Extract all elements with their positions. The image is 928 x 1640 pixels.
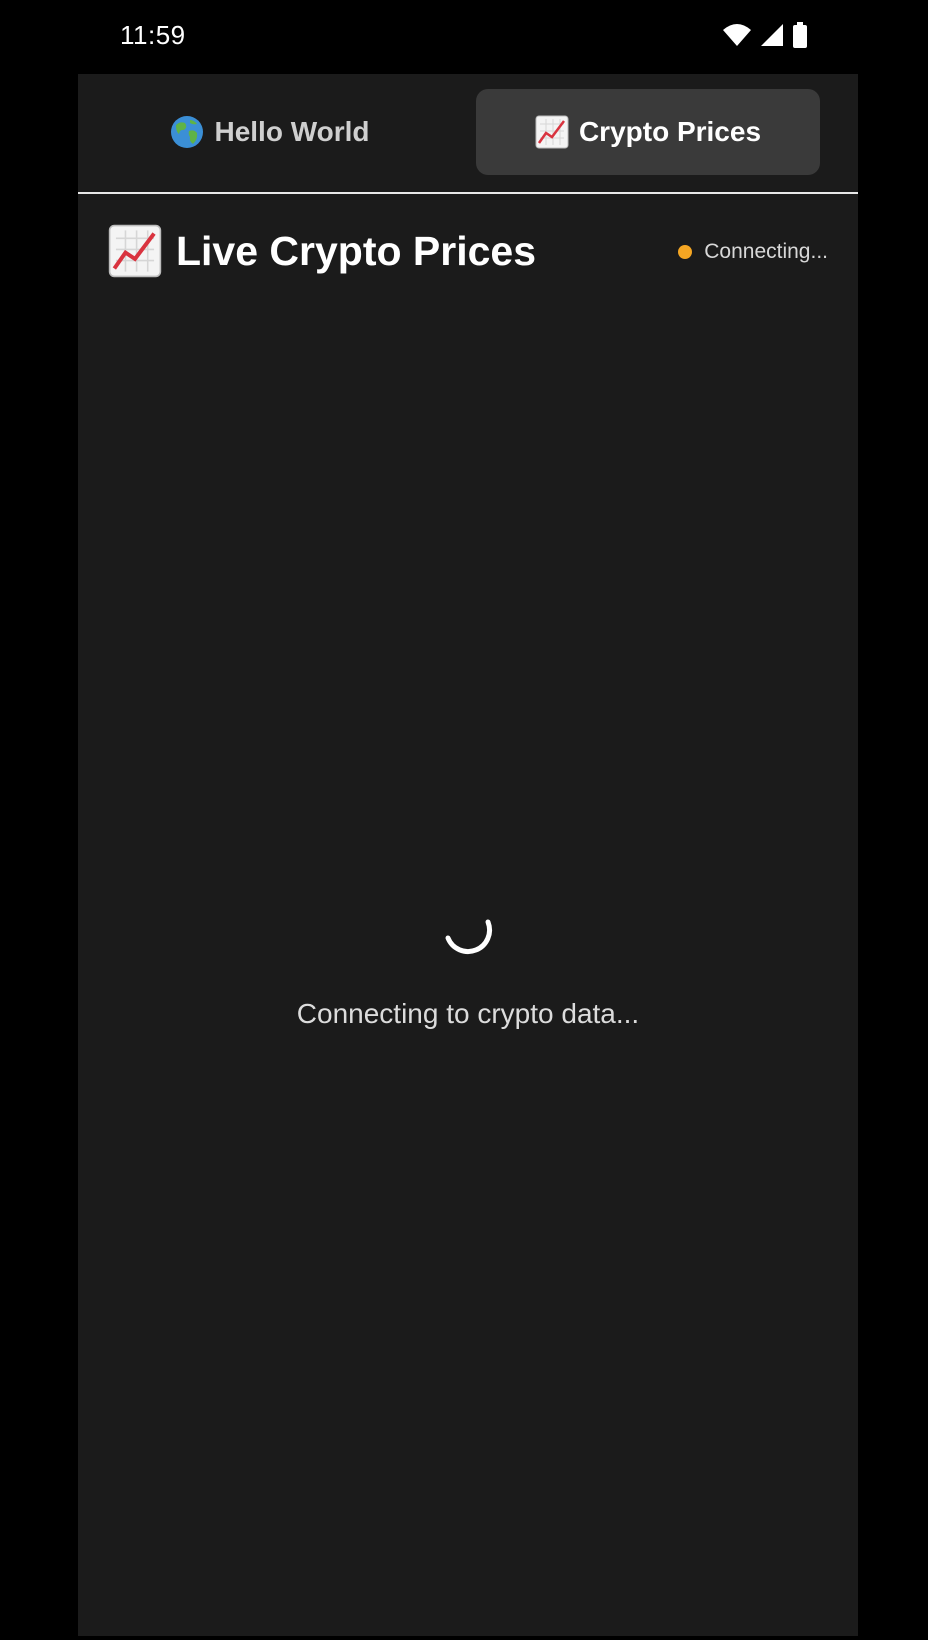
page-title: Live Crypto Prices (108, 224, 536, 278)
tab-hello-world[interactable]: Hello World (98, 89, 442, 175)
tab-bar: Hello World Crypto Prices (78, 74, 858, 194)
page-title-text: Live Crypto Prices (176, 227, 537, 274)
tab-crypto-prices[interactable]: Crypto Prices (476, 89, 820, 175)
chart-increasing-icon (108, 224, 162, 278)
tab-crypto-prices-label: Crypto Prices (578, 116, 762, 147)
loading-spinner-icon (445, 919, 493, 955)
loading-message: Connecting to crypto data... (296, 998, 640, 1029)
connection-status: Connecting... (678, 240, 828, 264)
globe-icon (170, 115, 204, 149)
wifi-icon (723, 24, 751, 46)
status-time: 11:59 (120, 20, 186, 50)
chart-increasing-icon (535, 115, 569, 149)
app-window: Hello World Crypto Prices Live Crypto Pr… (78, 74, 858, 1636)
tab-hello-world-label: Hello World (214, 116, 370, 147)
status-dot-icon (678, 245, 693, 259)
status-bar: 11:59 (0, 0, 928, 72)
cell-signal-icon (761, 24, 783, 46)
status-icons (722, 22, 808, 48)
page-header: Live Crypto Prices Connecting... (108, 224, 828, 284)
connection-status-label: Connecting... (704, 240, 828, 263)
battery-icon (793, 22, 807, 48)
